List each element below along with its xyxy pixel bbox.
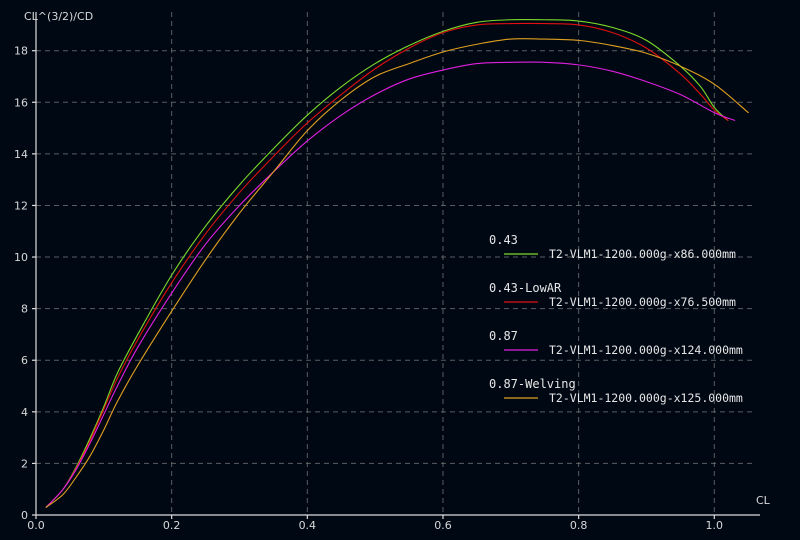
legend-series-name: T2-VLM1-1200.000g-x76.500mm	[549, 295, 736, 309]
legend-series-name: T2-VLM1-1200.000g-x124.000mm	[549, 343, 743, 357]
y-tick-label: 4	[21, 406, 28, 419]
series	[45, 18, 749, 508]
y-axis-title: CL^(3/2)/CD	[24, 10, 93, 23]
legend-group-label: 0.87-Welving	[489, 377, 576, 391]
x-tick-label: 0.8	[570, 519, 588, 532]
series-line-3	[45, 61, 736, 508]
x-tick-label: 1.0	[706, 519, 724, 532]
y-tick-label: 2	[21, 457, 28, 470]
y-tick-label: 6	[21, 354, 28, 367]
x-axis-title: CL	[756, 494, 771, 507]
series-line-1	[45, 18, 729, 508]
legend-group-label: 0.43-LowAR	[489, 281, 562, 295]
y-tick-label: 14	[14, 148, 28, 161]
y-tick-label: 8	[21, 303, 28, 316]
x-tick-label: 0.6	[434, 519, 452, 532]
y-tick-label: 12	[14, 199, 28, 212]
legend-group-label: 0.43	[489, 233, 518, 247]
x-tick-label: 0.4	[299, 519, 317, 532]
y-tick-label: 16	[14, 96, 28, 109]
y-tick-label: 18	[14, 45, 28, 58]
ticks: 0246810121416180.0 0.2 0.4 0.6 0.8 1.0	[14, 45, 723, 532]
x-tick-label: 0.2	[163, 519, 181, 532]
chart: 0246810121416180.0 0.2 0.4 0.6 0.8 1.0 CL^(3/…	[14, 10, 771, 532]
legend-group-label: 0.87	[489, 329, 518, 343]
grid	[36, 12, 755, 515]
legend: 0.43 T2-VLM1-1200.000g-x86.000mm 0.43-LowA…	[489, 233, 743, 405]
series-line-2	[45, 22, 729, 508]
y-tick-label: 10	[14, 251, 28, 264]
axes	[35, 12, 760, 516]
legend-series-name: T2-VLM1-1200.000g-x125.000mm	[549, 391, 743, 405]
legend-series-name: T2-VLM1-1200.000g-x86.000mm	[549, 247, 736, 261]
x-tick-label: 0.0	[27, 519, 45, 532]
series-line-4	[45, 38, 749, 508]
